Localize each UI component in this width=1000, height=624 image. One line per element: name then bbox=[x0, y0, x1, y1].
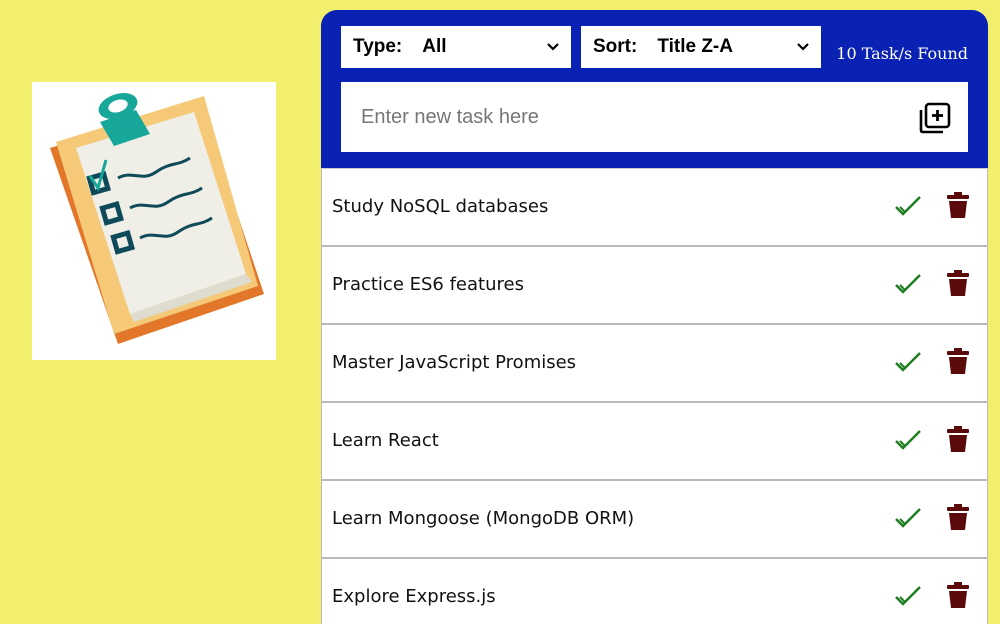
task-row: Learn React bbox=[321, 403, 988, 481]
trash-icon[interactable] bbox=[947, 192, 969, 218]
sort-label: Sort: bbox=[593, 36, 638, 57]
task-list: Study NoSQL databases Practice ES6 featu… bbox=[321, 168, 988, 624]
trash-icon[interactable] bbox=[947, 348, 969, 374]
task-title: Learn React bbox=[332, 430, 439, 451]
task-count: 10 Task/s Found bbox=[836, 44, 968, 63]
check-icon[interactable] bbox=[895, 585, 921, 607]
task-title: Study NoSQL databases bbox=[332, 196, 549, 217]
task-row: Practice ES6 features bbox=[321, 247, 988, 325]
chevron-down-icon bbox=[547, 43, 559, 51]
type-filter-select[interactable]: Type: All bbox=[341, 26, 571, 68]
task-title: Learn Mongoose (MongoDB ORM) bbox=[332, 508, 635, 529]
app-logo bbox=[32, 82, 276, 360]
check-icon[interactable] bbox=[895, 351, 921, 373]
task-row: Explore Express.js bbox=[321, 559, 988, 624]
trash-icon[interactable] bbox=[947, 270, 969, 296]
type-filter-label: Type: bbox=[353, 36, 403, 57]
trash-icon[interactable] bbox=[947, 426, 969, 452]
new-task-input[interactable] bbox=[341, 82, 901, 152]
trash-icon[interactable] bbox=[947, 504, 969, 530]
task-title: Master JavaScript Promises bbox=[332, 352, 577, 373]
type-filter-value: All bbox=[422, 36, 447, 57]
check-icon[interactable] bbox=[895, 507, 921, 529]
new-task-box bbox=[341, 82, 968, 152]
task-title: Explore Express.js bbox=[332, 586, 496, 607]
check-icon[interactable] bbox=[895, 195, 921, 217]
check-icon[interactable] bbox=[895, 273, 921, 295]
trash-icon[interactable] bbox=[947, 582, 969, 608]
task-row: Study NoSQL databases bbox=[321, 168, 988, 247]
add-task-icon[interactable] bbox=[919, 102, 951, 134]
sort-select[interactable]: Sort: Title Z-A bbox=[581, 26, 821, 68]
todo-panel: Type: All Sort: Title Z-A 10 Task/s Foun… bbox=[321, 10, 988, 624]
todo-header: Type: All Sort: Title Z-A 10 Task/s Foun… bbox=[321, 10, 988, 168]
sort-value: Title Z-A bbox=[657, 36, 733, 57]
clipboard-checklist-icon bbox=[50, 93, 264, 344]
task-row: Master JavaScript Promises bbox=[321, 325, 988, 403]
check-icon[interactable] bbox=[895, 429, 921, 451]
task-title: Practice ES6 features bbox=[332, 274, 524, 295]
task-row: Learn Mongoose (MongoDB ORM) bbox=[321, 481, 988, 559]
chevron-down-icon bbox=[797, 43, 809, 51]
